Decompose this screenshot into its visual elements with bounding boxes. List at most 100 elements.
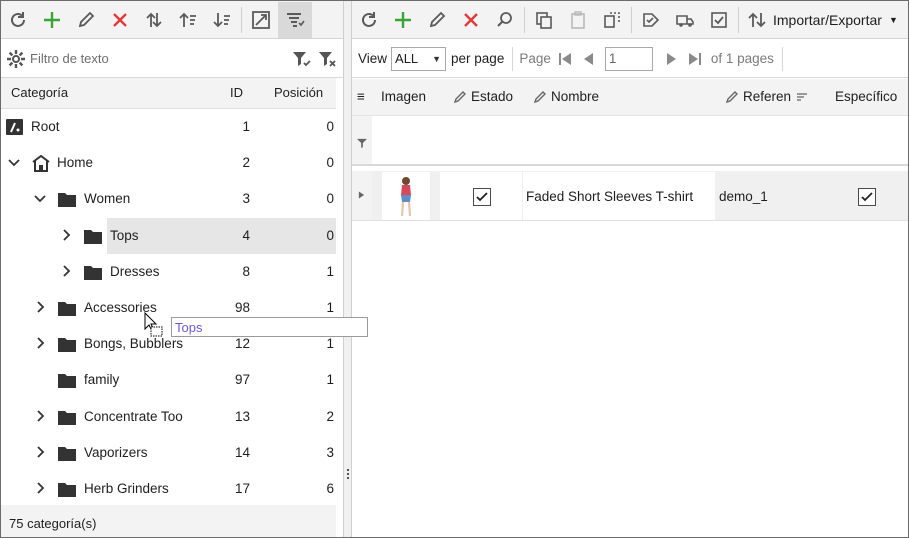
tree-item-position: 1: [326, 336, 334, 352]
chevron-right-icon[interactable]: [34, 301, 46, 313]
duplicate-icon[interactable]: [595, 2, 629, 38]
folder-icon: [84, 265, 102, 280]
chevron-down-icon[interactable]: [34, 192, 46, 204]
toolbar-separator: [631, 6, 632, 33]
previous-page-icon[interactable]: [579, 49, 599, 69]
delete-icon[interactable]: [454, 2, 488, 38]
specific-checkbox[interactable]: [858, 188, 876, 206]
status-bar: 75 categoría(s): [1, 505, 336, 537]
last-page-icon[interactable]: [685, 49, 705, 69]
status-checkbox[interactable]: [473, 188, 491, 206]
page-number-value: 1: [608, 50, 617, 66]
splitter-grip[interactable]: [347, 469, 349, 479]
toolbar-separator: [524, 6, 525, 33]
first-page-icon[interactable]: [555, 49, 575, 69]
column-header-reference[interactable]: Referen: [725, 89, 809, 104]
column-header-specific-label: Específico: [835, 89, 898, 104]
tree-item-id: 8: [242, 263, 250, 279]
tree-item-position: 3: [326, 444, 334, 460]
tree-item-id: 98: [234, 299, 250, 315]
add-icon[interactable]: [35, 2, 69, 38]
import-export-button[interactable]: Importar/Exportar ▼: [741, 2, 902, 38]
reference-cell[interactable]: demo_1: [716, 172, 908, 220]
chevron-right-icon[interactable]: [60, 265, 72, 277]
tree-filter-input[interactable]: Filtro de texto: [30, 51, 291, 66]
filter-row-indicator: [352, 116, 372, 164]
column-header-category[interactable]: Categoría: [11, 85, 68, 100]
truck-icon[interactable]: [668, 2, 702, 38]
column-header-image[interactable]: Imagen: [381, 89, 426, 104]
chevron-right-icon[interactable]: [34, 337, 46, 349]
page-number-input[interactable]: 1: [604, 46, 653, 71]
move-up-down-icon[interactable]: [137, 2, 171, 38]
tree-item-position: 0: [326, 155, 334, 171]
sort-ascending-icon[interactable]: [171, 2, 205, 38]
column-header-status[interactable]: Estado: [453, 89, 513, 104]
next-page-icon[interactable]: [661, 49, 681, 69]
home-icon: [32, 154, 50, 173]
refresh-icon[interactable]: [352, 2, 386, 38]
filter-apply-icon[interactable]: [291, 49, 311, 69]
tree-item-position: 1: [326, 299, 334, 315]
refresh-icon[interactable]: [1, 2, 35, 38]
tree-row[interactable]: Concentrate Too 13 2: [1, 399, 336, 435]
of-pages-label: of 1 pages: [710, 51, 774, 66]
tree-scrollbar[interactable]: [336, 78, 343, 537]
chevron-right-icon[interactable]: [34, 446, 46, 458]
filter-list-icon[interactable]: [278, 1, 312, 38]
sort-descending-icon[interactable]: [205, 2, 239, 38]
product-toolbar: Importar/Exportar ▼: [352, 1, 908, 39]
drag-tooltip-label: Tops: [175, 320, 203, 335]
view-select[interactable]: ALL ▼: [391, 46, 447, 71]
chevron-right-icon[interactable]: [60, 228, 72, 241]
tree-row[interactable]: family 97 1: [1, 362, 336, 398]
edit-icon: [533, 90, 546, 103]
column-header-name[interactable]: Nombre: [533, 89, 599, 104]
delete-icon[interactable]: [103, 2, 137, 38]
tree-row[interactable]: Root 1 0: [1, 109, 336, 145]
panel-splitter[interactable]: [343, 1, 352, 537]
edit-icon[interactable]: [420, 2, 454, 38]
column-header-specific[interactable]: Específico: [835, 89, 897, 104]
chevron-down-icon[interactable]: [8, 156, 20, 168]
product-thumbnail[interactable]: [382, 172, 430, 220]
tree-row[interactable]: Home 2 0: [1, 145, 336, 181]
row-menu-icon[interactable]: ≡: [357, 89, 365, 104]
tree-row[interactable]: Women 3 0: [1, 181, 336, 217]
copy-icon[interactable]: [527, 2, 561, 38]
edit-icon[interactable]: [69, 2, 103, 38]
product-name: Faded Short Sleeves T-shirt: [526, 189, 694, 204]
toolbar-separator: [241, 6, 242, 33]
expand-image-icon[interactable]: [244, 2, 278, 38]
tree-row[interactable]: Herb Grinders 17 6: [1, 471, 336, 507]
tree-row[interactable]: Vaporizers 14 3: [1, 435, 336, 471]
tree-row[interactable]: Dresses 8 1: [1, 254, 336, 290]
table-row[interactable]: Faded Short Sleeves T-shirt demo_1: [352, 171, 908, 221]
gear-icon[interactable]: [6, 49, 26, 69]
column-header-status-label: Estado: [471, 89, 514, 104]
category-count: 75 categoría(s): [9, 516, 97, 531]
column-header-position[interactable]: Posición: [274, 85, 323, 100]
tree-item-label: Root: [31, 119, 60, 134]
name-cell[interactable]: Faded Short Sleeves T-shirt: [523, 172, 715, 220]
tree-item-label: Concentrate Too: [84, 408, 183, 424]
chevron-right-icon[interactable]: [34, 482, 46, 494]
move-to-category-icon[interactable]: [634, 2, 668, 38]
column-header-id[interactable]: ID: [230, 85, 243, 100]
pager-separator: [512, 46, 514, 71]
checklist-icon[interactable]: [702, 2, 736, 38]
tree-row[interactable]: Tops 4 0: [1, 217, 336, 254]
row-indicator[interactable]: [352, 171, 372, 220]
grid-filter-row: [352, 116, 908, 166]
paste-icon[interactable]: [561, 2, 595, 38]
checkmark-icon: [861, 192, 873, 202]
view-select-value: ALL: [395, 50, 419, 66]
add-icon[interactable]: [386, 2, 420, 38]
chevron-right-icon[interactable]: [34, 409, 46, 422]
tree-item-label: Home: [57, 155, 94, 171]
filter-clear-icon[interactable]: [317, 49, 337, 69]
search-icon[interactable]: [488, 2, 522, 38]
drag-cursor-icon: [144, 312, 163, 337]
import-export-label: Importar/Exportar: [773, 11, 882, 28]
row-expand-icon[interactable]: [358, 191, 365, 199]
